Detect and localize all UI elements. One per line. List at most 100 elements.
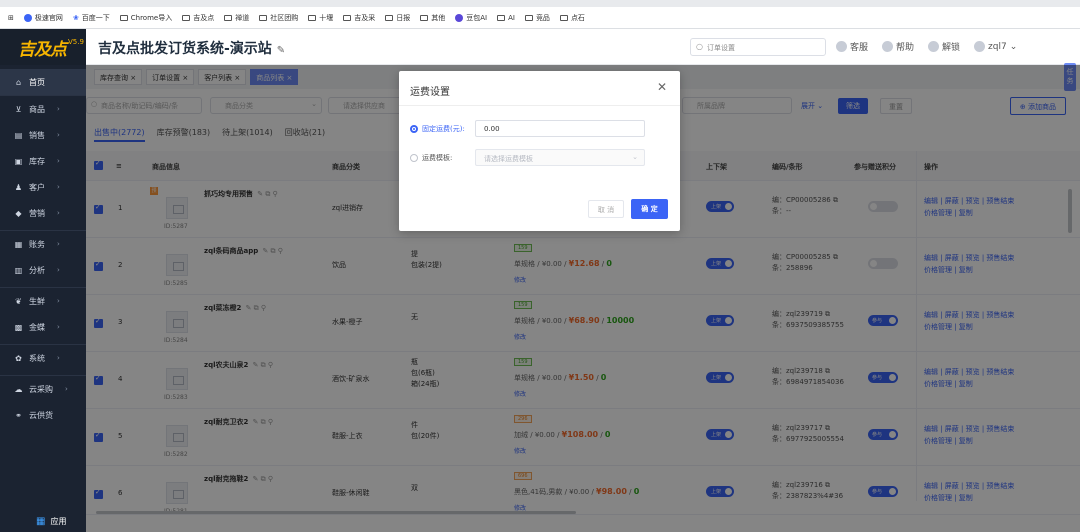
chevron-right-icon: › xyxy=(57,131,60,139)
chevron-down-icon: ⌄ xyxy=(632,153,638,161)
cloud-icon: ☁ xyxy=(14,384,23,394)
page-title: 吉及点批发订货系统-演示站 ✎ xyxy=(98,41,286,57)
folder-icon xyxy=(182,14,191,21)
sidebar-item-customer[interactable]: ♟ 客户 › xyxy=(0,174,86,200)
chevron-right-icon: › xyxy=(57,297,60,305)
bookmark-12[interactable]: 竞品 xyxy=(524,13,550,23)
cart-icon: ⊻ xyxy=(15,104,22,114)
folder-icon xyxy=(119,14,128,21)
fixed-fee-input[interactable]: 0.00 xyxy=(475,120,645,137)
sidebar-item-cloud-purchase[interactable]: ☁ 云采购 › xyxy=(0,376,86,402)
bookmark-9[interactable]: 其他 xyxy=(420,13,445,23)
leaf-icon: ❦ xyxy=(15,296,22,306)
header: 吉及点批发订货系统-演示站 ✎ ○ 订单设置 客服 帮助 解锁 zql7 ⌄ xyxy=(86,29,1080,65)
warehouse-icon: ▣ xyxy=(14,156,23,166)
confirm-button[interactable]: 确 定 xyxy=(631,199,668,219)
paw-icon: ❀ xyxy=(72,13,79,22)
template-radio[interactable] xyxy=(410,154,418,162)
chevron-right-icon: › xyxy=(65,385,68,393)
sidebar-item-system[interactable]: ✿ 系统 › xyxy=(0,345,86,371)
template-select[interactable]: 请选择运费模板 ⌄ xyxy=(475,149,645,166)
sidebar-item-marketing[interactable]: ◆ 营销 › xyxy=(0,200,86,226)
bookmark-11[interactable]: AI xyxy=(497,14,515,22)
apps-button[interactable]: ▦ 应用 xyxy=(0,510,86,532)
ledger-icon: ▦ xyxy=(14,239,23,249)
folder-icon xyxy=(497,14,506,21)
chevron-right-icon: › xyxy=(57,354,60,362)
cancel-button[interactable]: 取 消 xyxy=(588,200,624,218)
doubao-icon xyxy=(455,13,464,22)
bookmark-6[interactable]: 十堰 xyxy=(308,13,333,23)
template-label: 运费模板: xyxy=(422,154,453,162)
bookmark-7[interactable]: 吉及采 xyxy=(343,13,375,23)
bookmark-2[interactable]: Chrome导入 xyxy=(119,13,172,23)
bookmark-8[interactable]: 日报 xyxy=(385,13,410,23)
fixed-fee-label: 固定运费(元): xyxy=(422,125,465,133)
chevron-down-icon: ⌄ xyxy=(1009,41,1018,52)
sidebar: 吉及点 V5.9 ⌂ 首页 ⊻ 商品 › ▤ 销售 › ▣ 库存 › ♟ 客户 › ◆ 营销 › ▦ 账… xyxy=(0,29,86,532)
help-link[interactable]: 帮助 xyxy=(882,40,914,53)
edit-icon[interactable]: ✎ xyxy=(277,45,285,56)
gear-icon: ✿ xyxy=(15,353,22,363)
browser-tab-strip xyxy=(0,0,1080,7)
folder-icon xyxy=(559,14,568,21)
bookmark-10[interactable]: 豆包AI xyxy=(455,13,487,23)
sidebar-item-stock[interactable]: ▣ 库存 › xyxy=(0,148,86,174)
sidebar-item-home[interactable]: ⌂ 首页 xyxy=(0,69,86,95)
chevron-right-icon: › xyxy=(57,323,60,331)
dialog-title: 运费设置 xyxy=(410,87,450,98)
chevron-right-icon: › xyxy=(57,157,60,165)
lock-icon xyxy=(928,41,940,52)
link-icon: ⚭ xyxy=(15,410,22,420)
folder-icon xyxy=(524,14,533,21)
sidebar-item-fresh[interactable]: ❦ 生鲜 › xyxy=(0,288,86,314)
chevron-right-icon: › xyxy=(57,240,60,248)
dialog-divider xyxy=(399,105,680,106)
home-icon: ⌂ xyxy=(15,77,22,87)
help-icon xyxy=(882,41,894,52)
chevron-right-icon: › xyxy=(57,183,60,191)
sidebar-item-analysis[interactable]: ▥ 分析 › xyxy=(0,257,86,283)
sidebar-item-kingdee[interactable]: ▩ 金蝶 › xyxy=(0,314,86,340)
bookmarks-bar: ⊞ 极速官网 ❀ 百度一下 Chrome导入 吉及点 禅道 社区团购 十堰 吉及采… xyxy=(0,7,1080,29)
user-menu[interactable]: zql7 ⌄ xyxy=(974,40,1017,53)
chevron-right-icon: › xyxy=(57,266,60,274)
shipping-fee-dialog: 运费设置 ✕ 固定运费(元): 0.00 运费模板: 请选择运费模板 ⌄ 取 消 … xyxy=(399,71,680,231)
service-link[interactable]: 客服 xyxy=(836,40,868,53)
service-icon xyxy=(836,41,847,52)
apps-icon: ▦ xyxy=(36,515,46,527)
bookmark-5[interactable]: 社区团购 xyxy=(259,13,298,23)
user-icon: ♟ xyxy=(14,182,23,192)
apps-grid-icon[interactable]: ⊞ xyxy=(8,14,14,22)
folder-icon xyxy=(343,14,352,21)
avatar xyxy=(974,41,986,52)
folder-icon xyxy=(259,14,268,21)
fixed-fee-radio[interactable] xyxy=(410,125,418,133)
close-icon[interactable]: ✕ xyxy=(657,80,667,94)
folder-icon xyxy=(385,14,394,21)
bar-chart-icon: ▥ xyxy=(14,265,23,275)
header-search-input[interactable]: ○ 订单设置 xyxy=(690,38,826,56)
globe-icon xyxy=(23,13,32,22)
bookmark-4[interactable]: 禅道 xyxy=(224,13,249,23)
chevron-right-icon: › xyxy=(57,209,60,217)
sidebar-item-cloud-supply[interactable]: ⚭ 云供货 xyxy=(0,402,86,428)
receipt-icon: ▤ xyxy=(14,130,23,140)
unlock-link[interactable]: 解锁 xyxy=(928,40,960,53)
folder-icon xyxy=(224,14,233,21)
bookmark-1[interactable]: ❀ 百度一下 xyxy=(73,13,110,23)
sidebar-item-sales[interactable]: ▤ 销售 › xyxy=(0,122,86,148)
tag-icon: ◆ xyxy=(15,208,22,218)
chevron-right-icon: › xyxy=(57,105,60,113)
folder-icon xyxy=(420,14,429,21)
search-icon: ○ xyxy=(696,42,703,51)
bookmark-3[interactable]: 吉及点 xyxy=(182,13,214,23)
bookmark-13[interactable]: 点石 xyxy=(559,13,585,23)
grid-icon: ▩ xyxy=(14,322,23,332)
sidebar-item-goods[interactable]: ⊻ 商品 › xyxy=(0,96,86,122)
bookmark-0[interactable]: 极速官网 xyxy=(23,13,63,23)
sidebar-item-accounts[interactable]: ▦ 账务 › xyxy=(0,231,86,257)
header-links: 客服 帮助 解锁 zql7 ⌄ xyxy=(836,40,1017,53)
folder-icon xyxy=(308,14,317,21)
logo[interactable]: 吉及点 V5.9 xyxy=(0,29,86,65)
